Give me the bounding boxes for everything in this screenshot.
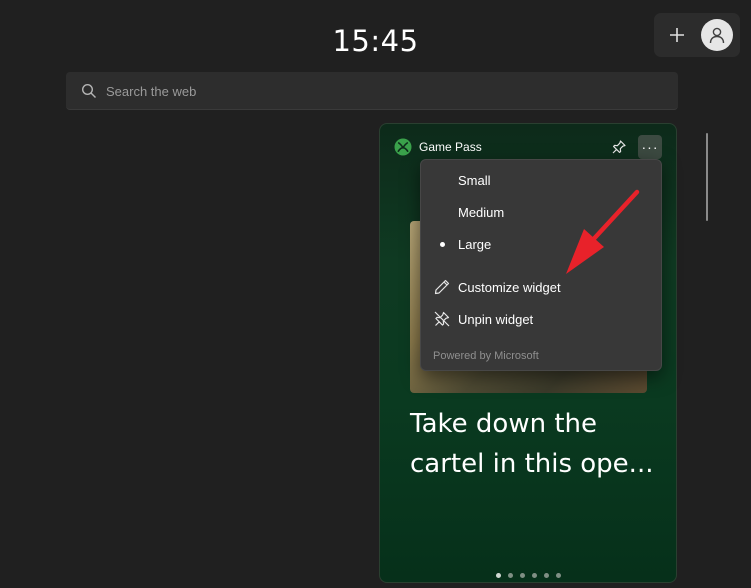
account-avatar-button[interactable] [701,19,733,51]
add-widget-button[interactable] [662,21,692,49]
page-dot[interactable] [543,573,549,578]
plus-icon [670,28,684,42]
person-icon [709,27,725,44]
pin-icon[interactable] [611,139,627,155]
ellipsis-icon: ··· [641,139,659,155]
pencil-icon [434,279,450,295]
unpin-icon [434,311,450,327]
web-search-box[interactable] [66,72,678,110]
menu-item-small[interactable]: Small [421,165,661,195]
more-options-button[interactable]: ··· [638,135,662,159]
menu-item-medium[interactable]: Medium [421,197,661,227]
menu-item-label: Customize widget [458,279,561,295]
headline-line-2: cartel in this ope... [410,449,654,479]
clock: 15:45 [332,24,419,58]
menu-item-label: Unpin widget [458,311,534,327]
menu-item-customize-widget[interactable]: Customize widget [421,272,661,302]
page-indicator[interactable] [380,573,676,578]
xbox-logo-icon [394,138,412,156]
search-icon [81,83,96,98]
headline[interactable]: Take down the cartel in this ope... [410,404,660,484]
menu-item-unpin-widget[interactable]: Unpin widget [421,304,661,334]
top-actions [654,13,740,57]
headline-line-1: Take down the [410,409,597,439]
widget-title: Game Pass [419,140,482,154]
page-dot[interactable] [519,573,525,578]
scrollbar[interactable] [706,133,708,221]
widget-context-menu: Small Medium Large Customize widget Unpi… [420,159,662,371]
page-dot[interactable] [555,573,561,578]
page-dot[interactable] [507,573,513,578]
menu-item-label: Medium [458,204,505,220]
page-dot[interactable] [531,573,537,578]
menu-footer: Powered by Microsoft [433,350,539,362]
menu-item-large[interactable]: Large [421,229,661,259]
menu-item-label: Large [458,236,492,252]
page-dot[interactable] [495,573,501,578]
selected-bullet-icon [440,242,445,247]
menu-item-label: Small [458,172,491,188]
search-input[interactable] [106,72,666,110]
